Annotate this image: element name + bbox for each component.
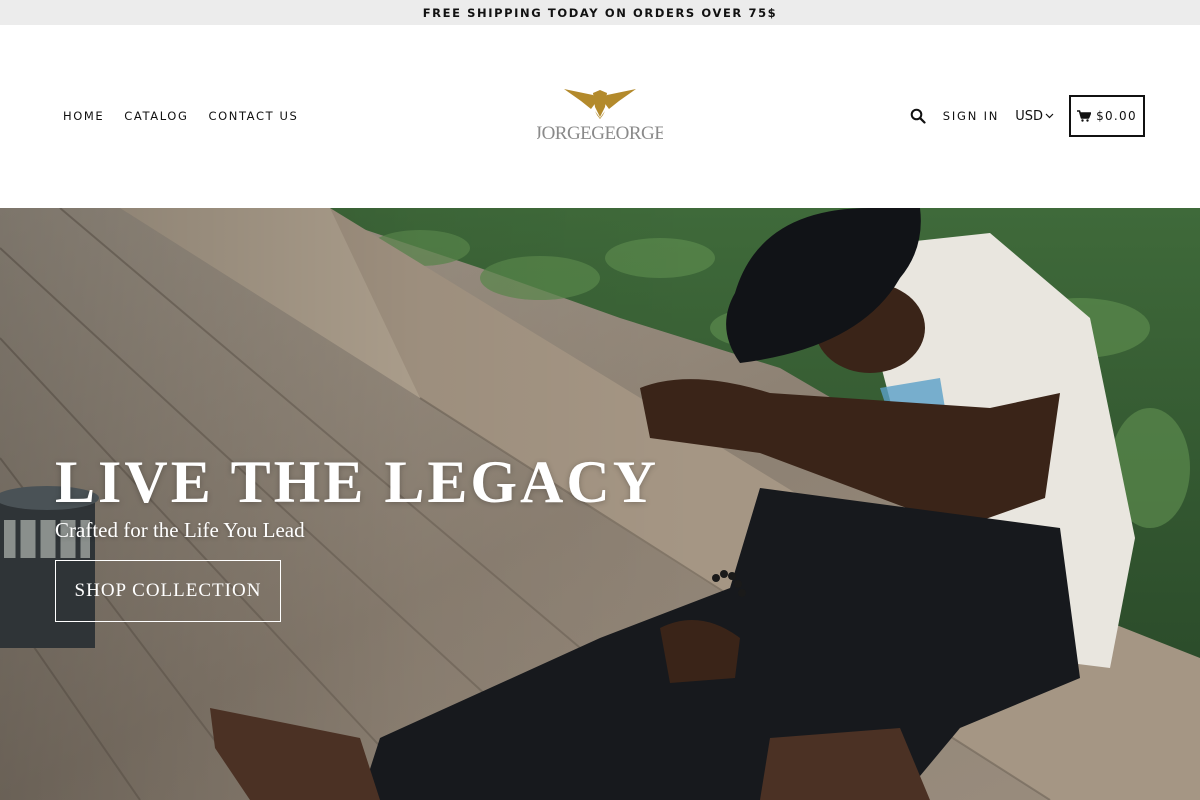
header-actions: SIGN IN USD $0.00	[909, 95, 1145, 137]
cart-button[interactable]: $0.00	[1069, 95, 1145, 137]
hero-banner: LIVE THE LEGACY Crafted for the Life You…	[0, 208, 1200, 800]
nav-catalog[interactable]: CATALOG	[124, 109, 188, 123]
cart-icon	[1077, 110, 1092, 122]
chevron-down-icon	[1045, 113, 1054, 119]
announcement-text: FREE SHIPPING TODAY ON ORDERS OVER 75$	[422, 5, 778, 20]
nav-contact-us[interactable]: CONTACT US	[208, 109, 298, 123]
shop-collection-button[interactable]: SHOP COLLECTION	[55, 560, 281, 622]
nav-home[interactable]: HOME	[63, 109, 104, 123]
eagle-logo-icon: JORGEGEORGE	[537, 89, 663, 144]
announcement-bar: FREE SHIPPING TODAY ON ORDERS OVER 75$	[0, 0, 1200, 25]
search-icon	[910, 108, 926, 124]
currency-label: USD	[1015, 108, 1043, 124]
site-logo[interactable]: JORGEGEORGE	[537, 87, 663, 147]
cart-total: $0.00	[1096, 109, 1137, 123]
sign-in-link[interactable]: SIGN IN	[943, 109, 999, 123]
hero-subtitle: Crafted for the Life You Lead	[55, 518, 305, 542]
site-header: HOME CATALOG CONTACT US JORGEGEORGE SIGN…	[0, 25, 1200, 208]
search-button[interactable]	[909, 107, 927, 125]
currency-selector[interactable]: USD	[1015, 109, 1054, 124]
logo-wordmark: JORGEGEORGE	[537, 123, 663, 144]
main-nav: HOME CATALOG CONTACT US	[63, 109, 298, 123]
hero-title: LIVE THE LEGACY	[55, 449, 660, 515]
